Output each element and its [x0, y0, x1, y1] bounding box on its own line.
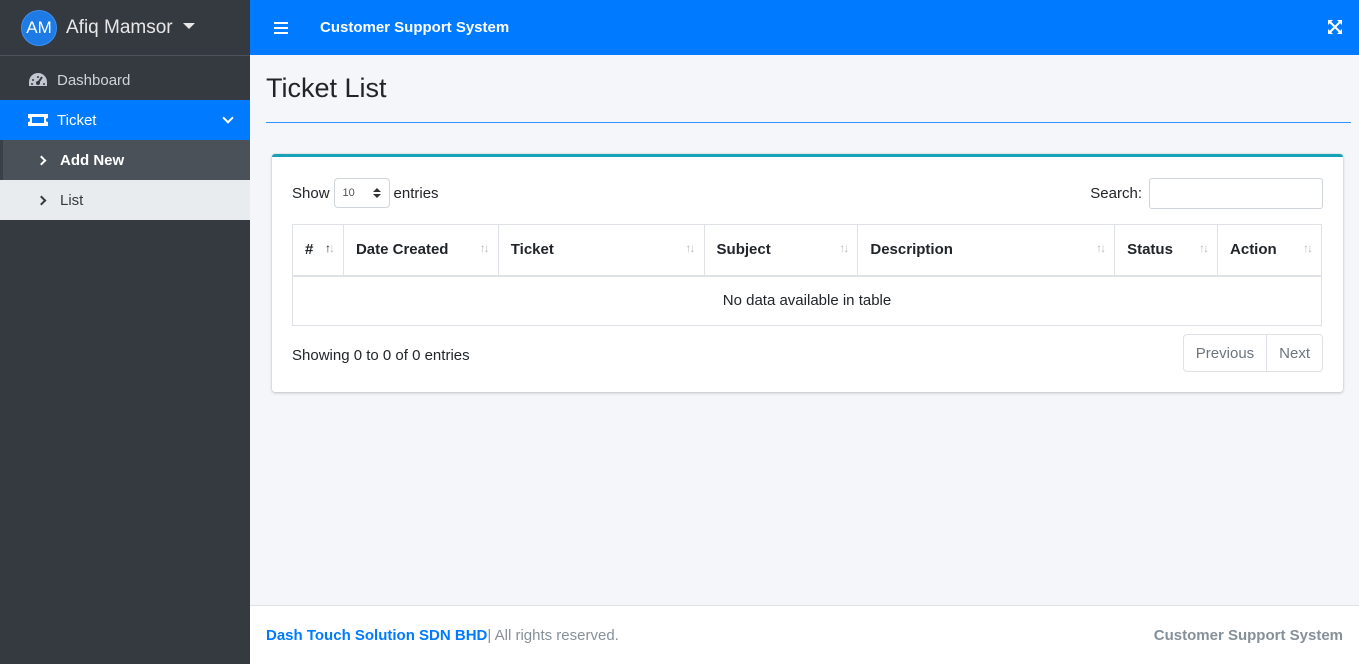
column-header-date-created[interactable]: Date Created ↑↓	[342, 224, 499, 277]
user-name[interactable]: Afiq Mamsor	[66, 17, 173, 39]
footer-app-name: Customer Support System	[1153, 626, 1343, 644]
page-length-control: Show 10 entries	[292, 178, 439, 208]
table-info: Showing 0 to 0 of 0 entries	[292, 347, 470, 364]
sort-icon: ↑↓	[1199, 241, 1209, 255]
page-length-value: 10	[342, 187, 355, 199]
column-header-action[interactable]: Action ↑↓	[1217, 224, 1322, 277]
page-title: Ticket List	[266, 73, 387, 103]
expand-icon[interactable]	[1328, 20, 1342, 34]
caret-down-icon[interactable]	[182, 23, 195, 29]
table-row: No data available in table	[292, 275, 1322, 326]
sort-icon: ↑↓	[839, 241, 849, 255]
sidebar-item-dashboard[interactable]: Dashboard	[0, 60, 250, 100]
column-header-description[interactable]: Description ↑↓	[857, 224, 1116, 277]
footer-rights: | All rights reserved.	[487, 626, 619, 644]
column-header-status[interactable]: Status ↑↓	[1114, 224, 1219, 277]
sort-asc-icon: ↑↓	[324, 241, 335, 255]
tachometer-icon	[27, 72, 49, 88]
sidebar-item-list[interactable]: List	[0, 180, 250, 220]
search-input[interactable]	[1149, 178, 1323, 209]
content-area: Ticket List Show 10 entries Search: # ↑↓ …	[250, 55, 1359, 605]
search-control: Search:	[1090, 178, 1323, 209]
sidebar-item-label: Ticket	[57, 111, 97, 129]
show-label: Show	[292, 184, 330, 202]
footer: Dash Touch Solution SDN BHD | All rights…	[250, 605, 1359, 664]
sort-icon: ↑↓	[685, 241, 696, 255]
hamburger-icon[interactable]	[274, 21, 288, 34]
sidebar-item-ticket[interactable]: Ticket	[0, 100, 250, 140]
sidebar-item-add-new[interactable]: Add New	[0, 140, 250, 180]
page-length-select[interactable]: 10	[333, 178, 390, 208]
sort-icon: ↑↓	[1096, 241, 1106, 255]
ticket-icon	[27, 112, 49, 128]
sort-icon: ↑↓	[1303, 241, 1313, 255]
previous-button[interactable]: Previous	[1182, 334, 1268, 372]
top-navbar: Customer Support System	[250, 0, 1359, 55]
user-panel[interactable]: AM Afiq Mamsor	[0, 0, 250, 56]
chevron-right-icon	[30, 155, 52, 165]
select-arrows-icon	[372, 188, 381, 198]
navbar-title[interactable]: Customer Support System	[320, 19, 509, 36]
ticket-list-card: Show 10 entries Search: # ↑↓ Date Created…	[272, 154, 1343, 392]
sort-icon: ↑↓	[479, 241, 490, 255]
pagination: Previous Next	[1182, 334, 1323, 372]
divider	[266, 122, 1351, 123]
table-header-row: # ↑↓ Date Created ↑↓ Ticket ↑↓ Subject ↑↓ De…	[292, 224, 1322, 277]
avatar[interactable]: AM	[21, 9, 57, 46]
column-header-number[interactable]: # ↑↓	[292, 224, 344, 277]
sidebar-item-label: List	[60, 191, 84, 209]
search-label: Search:	[1090, 185, 1142, 202]
chevron-down-icon	[222, 112, 234, 124]
sidebar: AM Afiq Mamsor Dashboard Ticket Add New …	[0, 0, 250, 664]
entries-label: entries	[393, 184, 439, 202]
column-header-ticket[interactable]: Ticket ↑↓	[497, 224, 705, 277]
footer-company-link[interactable]: Dash Touch Solution SDN BHD	[266, 627, 487, 644]
ticket-table: # ↑↓ Date Created ↑↓ Ticket ↑↓ Subject ↑↓ De…	[292, 224, 1322, 326]
sidebar-item-label: Dashboard	[57, 71, 131, 89]
next-button[interactable]: Next	[1267, 334, 1323, 372]
empty-table-message: No data available in table	[292, 275, 1322, 326]
column-header-subject[interactable]: Subject ↑↓	[703, 224, 859, 277]
chevron-right-icon	[30, 195, 52, 205]
sidebar-item-label: Add New	[60, 151, 125, 169]
